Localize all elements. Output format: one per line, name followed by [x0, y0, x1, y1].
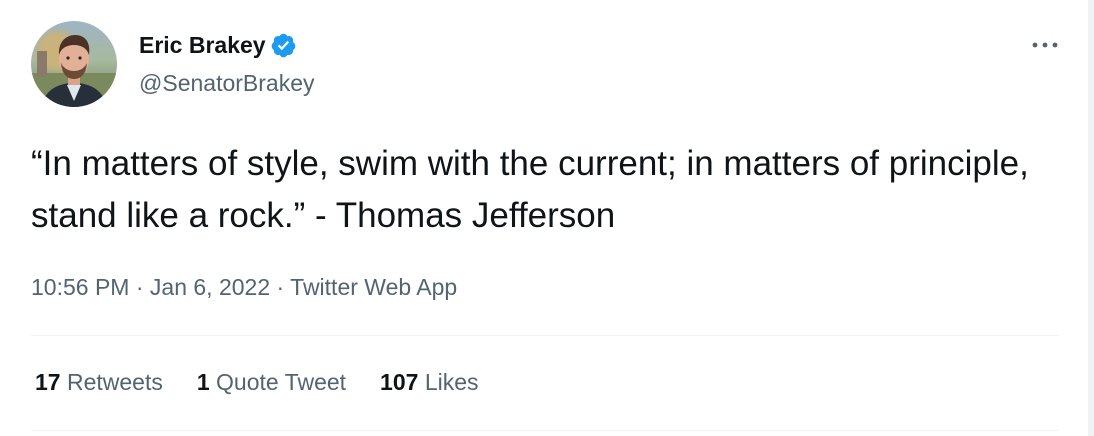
quote-tweets-stat[interactable]: 1 Quote Tweet — [197, 366, 346, 398]
engagement-stats: 17 Retweets 1 Quote Tweet 107 Likes — [35, 366, 513, 398]
divider — [31, 335, 1059, 336]
divider — [31, 430, 1059, 431]
meta-separator: · — [135, 274, 144, 300]
likes-stat[interactable]: 107 Likes — [380, 366, 478, 398]
retweets-label: Retweets — [66, 369, 163, 395]
quote-tweets-count: 1 — [196, 369, 210, 395]
tweet-source[interactable]: Twitter Web App — [290, 274, 457, 300]
author-handle[interactable]: @SenatorBrakey — [139, 68, 315, 98]
retweets-count: 17 — [35, 369, 61, 395]
author-name-row: Eric Brakey — [139, 30, 297, 60]
tweet-metadata: 10:56 PM · Jan 6, 2022 · Twitter Web App — [31, 271, 457, 303]
likes-count: 107 — [380, 369, 419, 395]
tweet-card: Eric Brakey @SenatorBrakey “In matters o… — [0, 0, 1088, 436]
more-options-icon[interactable] — [1030, 35, 1060, 55]
scrollbar-track[interactable] — [1088, 0, 1094, 436]
verified-badge-icon — [270, 32, 297, 59]
tweet-date[interactable]: Jan 6, 2022 — [150, 274, 270, 300]
avatar[interactable] — [31, 21, 117, 107]
avatar-portrait — [31, 35, 117, 107]
likes-label: Likes — [424, 369, 479, 395]
retweets-stat[interactable]: 17 Retweets — [35, 366, 163, 398]
tweet-time[interactable]: 10:56 PM — [31, 274, 129, 300]
quote-tweets-label: Quote Tweet — [216, 369, 347, 395]
meta-separator: · — [276, 274, 285, 300]
display-name[interactable]: Eric Brakey — [139, 30, 266, 60]
tweet-text: “In matters of style, swim with the curr… — [31, 144, 1029, 235]
